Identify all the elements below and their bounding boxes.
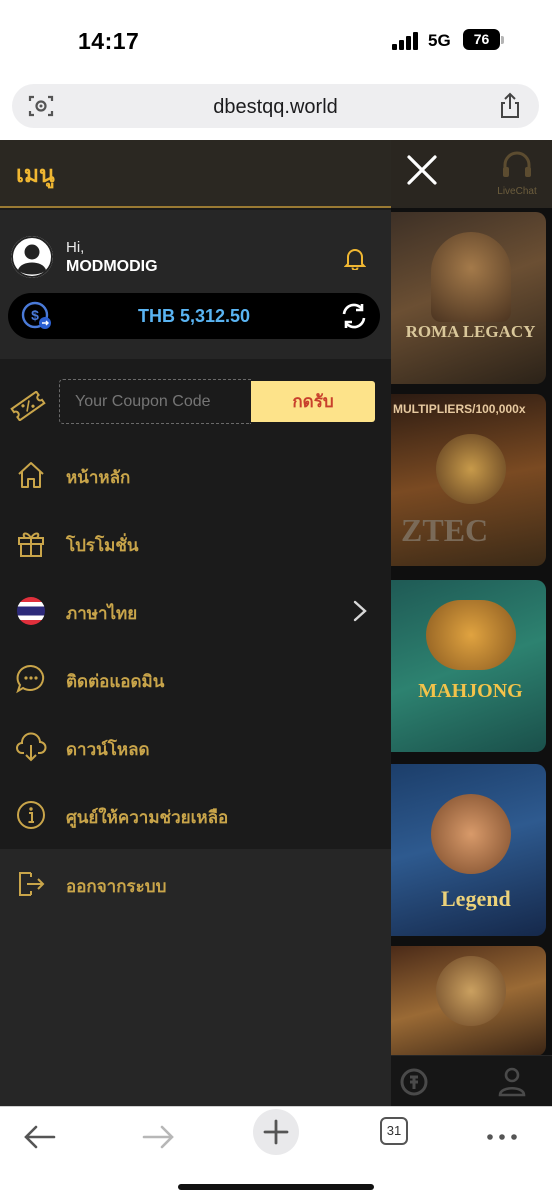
profile-tab-icon[interactable] — [495, 1064, 529, 1098]
menu-item-home[interactable]: หน้าหลัก — [0, 440, 391, 508]
address-bar: dbestqq.world — [0, 80, 552, 140]
menu-item-label: หน้าหลัก — [66, 468, 131, 487]
game-tile[interactable]: MULTIPLIERS/100,000x ZTEC — [391, 394, 546, 566]
close-icon[interactable] — [404, 152, 440, 188]
url-field[interactable]: dbestqq.world — [12, 84, 539, 128]
cloud-download-icon — [16, 732, 47, 762]
side-menu: เมนู Hi, MODMODIG $ THB 5,312.50 Your Co… — [0, 140, 391, 1106]
game-tile[interactable] — [391, 946, 546, 1056]
menu-item-download[interactable]: ดาวน์โหลด — [0, 712, 391, 780]
refresh-icon[interactable] — [340, 302, 368, 330]
user-section: Hi, MODMODIG $ THB 5,312.50 — [0, 210, 391, 359]
game-art — [431, 232, 511, 322]
menu-item-label: ศูนย์ให้ความช่วยเหลือ — [66, 808, 229, 827]
signal-icon — [392, 32, 422, 50]
game-tile[interactable]: Legend — [391, 764, 546, 936]
promo-tab-icon[interactable] — [397, 1065, 431, 1099]
balance-amount: THB 5,312.50 — [137, 306, 251, 326]
status-bar: 14:17 5G 76 — [0, 0, 552, 80]
game-title: ROMA LEGACY — [405, 322, 536, 341]
url-text: dbestqq.world — [213, 96, 338, 118]
menu-item-label: ติดต่อแอดมิน — [66, 672, 165, 691]
headset-icon — [503, 151, 531, 177]
more-icon[interactable] — [480, 1115, 524, 1159]
coupon-code-input[interactable] — [59, 379, 251, 424]
screen: 14:17 5G 76 dbestqq.world LiveChat ROMA … — [0, 0, 552, 1200]
info-icon — [17, 801, 45, 829]
plus-icon — [263, 1119, 289, 1145]
game-tile[interactable]: MAHJONG — [391, 580, 546, 752]
back-icon[interactable] — [18, 1115, 62, 1159]
network-type: 5G — [428, 31, 451, 50]
game-tile[interactable]: ROMA LEGACY — [391, 212, 546, 384]
thai-flag-icon — [17, 597, 45, 625]
username: MODMODIG — [66, 258, 158, 275]
status-time: 14:17 — [78, 28, 140, 54]
livechat-label: LiveChat — [497, 186, 537, 197]
redeem-coupon-button[interactable]: กดรับ — [251, 381, 375, 422]
balance-bar: $ THB 5,312.50 — [8, 293, 380, 339]
gift-icon — [18, 532, 44, 557]
user-icon — [11, 236, 53, 278]
home-icon — [18, 462, 44, 488]
menu-item-label: ดาวน์โหลด — [66, 740, 150, 759]
menu-item-language[interactable]: ภาษาไทย — [0, 576, 391, 644]
game-art — [436, 956, 506, 1026]
logout-icon — [19, 872, 45, 896]
tabs-button[interactable]: 31 — [380, 1117, 408, 1145]
game-title: Legend — [441, 886, 511, 911]
game-art-label: ZTEC — [401, 512, 489, 548]
menu-item-label: ภาษาไทย — [66, 604, 138, 623]
bottom-tab-bar — [391, 1055, 552, 1106]
menu-title: เมนู — [16, 161, 55, 187]
livechat-button[interactable]: LiveChat — [492, 148, 542, 198]
game-art — [426, 600, 516, 670]
game-art — [431, 794, 511, 874]
game-title: MAHJONG — [418, 680, 523, 702]
menu-header: เมนู — [0, 140, 391, 208]
battery-nub — [501, 36, 504, 44]
avatar[interactable] — [11, 236, 53, 278]
chat-icon — [16, 664, 45, 694]
share-icon[interactable] — [498, 92, 522, 120]
menu-item-label: โปรโมชั่น — [66, 536, 139, 555]
menu-item-contact-admin[interactable]: ติดต่อแอดมิน — [0, 644, 391, 712]
browser-toolbar: 31 — [0, 1106, 552, 1200]
greeting: Hi, — [66, 239, 85, 256]
game-art — [436, 434, 506, 504]
coupon-row: กดรับ — [0, 359, 391, 445]
game-title: MULTIPLIERS/100,000x — [393, 402, 526, 416]
game-list-background: LiveChat ROMA LEGACY MULTIPLIERS/100,000… — [391, 140, 552, 1106]
home-indicator — [178, 1184, 374, 1190]
battery-icon: 76 — [463, 29, 500, 50]
logout-section: ออกจากระบบ — [0, 849, 391, 1106]
forward-icon[interactable] — [136, 1115, 180, 1159]
tab-count: 31 — [386, 1123, 402, 1138]
menu-item-promotions[interactable]: โปรโมชั่น — [0, 508, 391, 576]
menu-item-help-center[interactable]: ศูนย์ให้ความช่วยเหลือ — [0, 780, 391, 848]
menu-item-label: ออกจากระบบ — [66, 877, 167, 896]
bell-icon[interactable] — [344, 246, 366, 270]
chevron-right-icon — [353, 600, 367, 622]
new-tab-button[interactable] — [253, 1109, 299, 1155]
menu-item-logout[interactable]: ออกจากระบบ — [0, 849, 391, 917]
coupon-ticket-icon — [10, 391, 46, 421]
